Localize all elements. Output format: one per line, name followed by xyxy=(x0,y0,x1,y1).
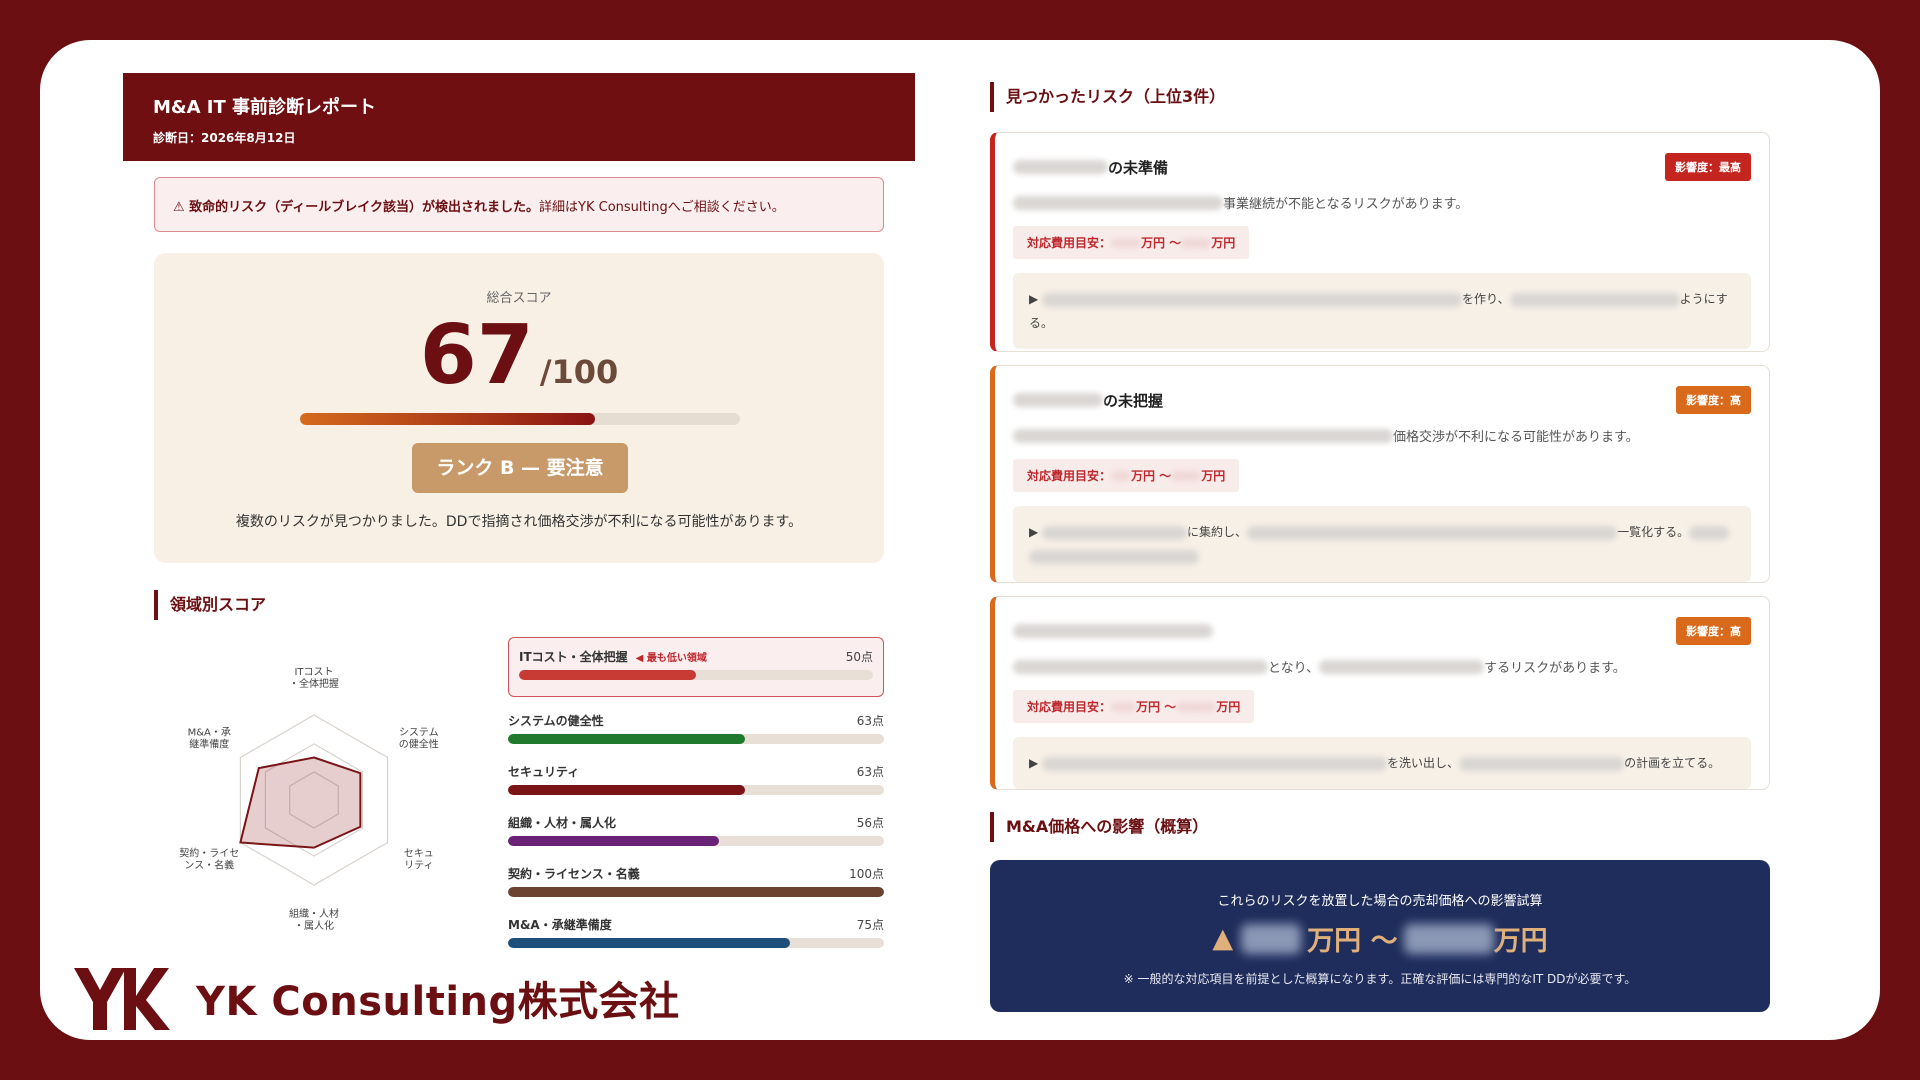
impact-badge: 影響度：高 xyxy=(1676,386,1751,414)
radar-axis-label: システムの健全性 xyxy=(399,727,439,751)
domain-item-contracts: 契約・ライセンス・名義 100点 xyxy=(508,865,884,897)
report-card: M&A IT 事前診断レポート 診断日：2026年8月12日 ⚠ 致命的リスク（… xyxy=(40,40,1880,1040)
domain-bar-fill xyxy=(508,887,884,897)
domain-bar-fill xyxy=(508,938,790,948)
risk-card-3: 影響度：高 となり、 するリスクがあります。 対応費用目安： 万円 〜万円 ▶ を洗… xyxy=(990,596,1770,790)
impact-badge: 影響度：最高 xyxy=(1665,153,1751,181)
report-header: M&A IT 事前診断レポート 診断日：2026年8月12日 xyxy=(123,73,915,161)
rank-badge: ランク B — 要注意 xyxy=(412,443,628,493)
score-progress-bar xyxy=(300,413,740,425)
brand-footer: YK Consulting株式会社 xyxy=(74,962,680,1034)
cost-estimate: 対応費用目安： 万円 〜万円 xyxy=(1013,690,1255,723)
down-triangle-icon: ▲ xyxy=(1212,923,1234,954)
radar-axis-label: 契約・ライセンス・名義 xyxy=(179,847,239,872)
score-denominator: /100 xyxy=(539,353,619,391)
price-impact-panel: これらのリスクを放置した場合の売却価格への影響試算 ▲ 万円 〜 万円 ※ 一般… xyxy=(990,860,1770,1012)
alert-text: 詳細はYK Consultingへご相談ください。 xyxy=(539,200,785,215)
domain-bar-fill xyxy=(508,734,745,744)
recommended-action: ▶ に集約し、 一覧化する。 xyxy=(1013,506,1751,582)
company-name: YK Consulting株式会社 xyxy=(196,979,680,1025)
domain-bar-fill xyxy=(519,670,696,680)
domain-item-it-cost: ITコスト・全体把握 ◀ 最も低い領域 50点 xyxy=(508,637,884,697)
radar-axis-label: M&A・承継準備度 xyxy=(188,727,231,751)
domain-bar-track xyxy=(508,734,884,744)
score-message: 複数のリスクが見つかりました。DDで指摘され価格交渉が不利になる可能性があります… xyxy=(235,514,803,530)
domain-bar-track xyxy=(519,670,873,680)
recommended-action: ▶ を洗い出し、 の計画を立てる。 xyxy=(1013,737,1751,789)
recommended-action: ▶ を作り、 ようにす る。 xyxy=(1013,273,1751,349)
domain-score: 63点 xyxy=(856,765,884,779)
risk-description: となり、 するリスクがあります。 xyxy=(1013,657,1751,676)
cost-estimate: 対応費用目安： 万円 〜万円 xyxy=(1013,459,1240,492)
impact-heading: M&A価格への影響（概算） xyxy=(990,812,1208,842)
risk-description: 事業継続が不能となるリスクがあります。 xyxy=(1013,193,1751,212)
domain-name: 組織・人材・属人化 xyxy=(508,816,617,830)
risk-card-1: の未準備 影響度：最高 事業継続が不能となるリスクがあります。 対応費用目安：万… xyxy=(990,132,1770,352)
risk-title xyxy=(1013,624,1213,638)
domain-score: 56点 xyxy=(856,816,884,830)
domain-radar-chart: ITコスト・全体把握システムの健全性セキュリティ組織・人材・属人化 契約・ライセン… xyxy=(179,667,439,930)
domain-name: M&A・承継準備度 xyxy=(508,918,612,932)
risk-title: の未準備 xyxy=(1013,157,1168,178)
impact-badge: 影響度：高 xyxy=(1676,617,1751,645)
risk-title: の未把握 xyxy=(1013,390,1163,411)
domain-item-organization: 組織・人材・属人化 56点 xyxy=(508,814,884,846)
report-title: M&A IT 事前診断レポート xyxy=(153,97,377,118)
score-number: 67 /100 xyxy=(154,315,884,397)
domain-bar-fill xyxy=(508,836,719,846)
impact-range: ▲ 万円 〜 万円 xyxy=(1212,923,1548,957)
domain-bar-track xyxy=(508,785,884,795)
domain-name: 契約・ライセンス・名義 xyxy=(508,867,640,881)
yk-logo-icon xyxy=(74,968,170,1030)
critical-alert: ⚠ 致命的リスク（ディールブレイク該当）が検出されました。詳細はYK Consu… xyxy=(154,177,884,232)
total-score-panel: 総合スコア 67 /100 ランク B — 要注意 複数のリスクが見つかりました… xyxy=(154,253,884,563)
domain-score: 63点 xyxy=(856,714,884,728)
radar-axis-label: 組織・人材・属人化 xyxy=(289,907,339,930)
cost-estimate: 対応費用目安： 万円 〜万円 xyxy=(1013,226,1250,259)
alert-bold-text: ⚠ 致命的リスク（ディールブレイク該当）が検出されました。 xyxy=(173,200,540,215)
domain-bar-track xyxy=(508,836,884,846)
domain-item-system-health: システムの健全性 63点 xyxy=(508,712,884,744)
lowest-domain-flag: ◀ 最も低い領域 xyxy=(635,653,707,664)
domain-name: システムの健全性 xyxy=(508,714,604,728)
domain-bar-track xyxy=(508,887,884,897)
domain-name: ITコスト・全体把握 xyxy=(519,650,628,664)
domains-heading: 領域別スコア xyxy=(154,590,266,620)
domain-score: 75点 xyxy=(856,918,884,932)
domain-item-security: セキュリティ 63点 xyxy=(508,763,884,795)
domain-score: 100点 xyxy=(849,867,884,881)
report-date: 診断日：2026年8月12日 xyxy=(153,131,296,145)
score-progress-fill xyxy=(300,413,595,425)
radar-series-polygon xyxy=(239,756,362,849)
radar-axis-label: セキュリティ xyxy=(404,848,434,872)
domain-item-ma-readiness: M&A・承継準備度 75点 xyxy=(508,916,884,948)
score-value: 67 xyxy=(419,308,534,403)
domain-bar-fill xyxy=(508,785,745,795)
impact-note: ※ 一般的な対応項目を前提とした概算になります。正確な評価には専門的なIT DD… xyxy=(1123,972,1637,986)
radar-axis-label: ITコスト・全体把握 xyxy=(289,667,339,690)
domain-bar-track xyxy=(508,938,884,948)
domain-score: 50点 xyxy=(845,650,873,664)
risk-description: 価格交渉が不利になる可能性があります。 xyxy=(1013,426,1751,445)
risks-heading: 見つかったリスク（上位3件） xyxy=(990,82,1225,112)
risk-card-2: の未把握 影響度：高 価格交渉が不利になる可能性があります。 対応費用目安： 万円… xyxy=(990,365,1770,583)
score-label: 総合スコア xyxy=(486,291,552,306)
domain-name: セキュリティ xyxy=(508,765,580,779)
impact-caption: これらのリスクを放置した場合の売却価格への影響試算 xyxy=(1217,894,1543,909)
